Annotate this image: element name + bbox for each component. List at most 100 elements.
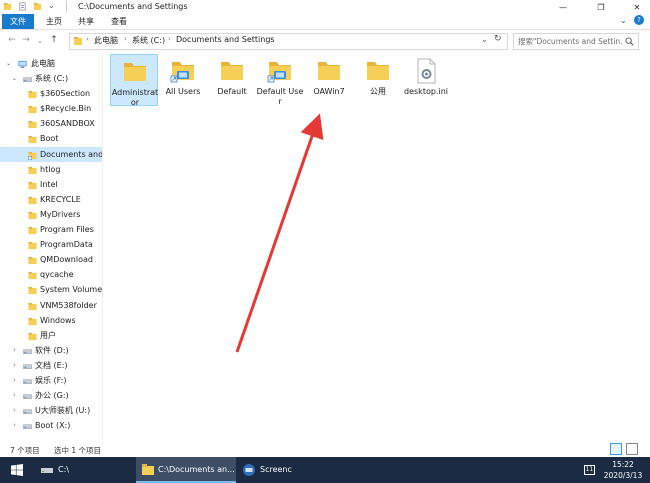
nav-item-label: 软件 (D:) [35, 345, 69, 355]
nav-item-label: 娱乐 (F:) [35, 376, 67, 385]
close-button[interactable]: ✕ [624, 0, 650, 14]
nav-item[interactable]: VNM538folder [0, 298, 102, 313]
up-button[interactable]: ↑ [48, 34, 60, 46]
nav-item[interactable]: $Recycle.Bin [0, 101, 102, 116]
maximize-button[interactable]: ❐ [588, 0, 614, 14]
file-item[interactable]: Administrator [110, 54, 158, 107]
taskbar: C:\ C:\Documents an... Screenc 11 15:22 … [0, 457, 650, 483]
nav-item[interactable]: Boot [0, 131, 102, 146]
nav-item[interactable]: MyDrivers [0, 207, 102, 222]
folder-icon [28, 165, 37, 174]
file-item[interactable]: All Users [159, 54, 207, 106]
search-input[interactable]: 搜索"Documents and Settin... [513, 33, 639, 50]
nav-item[interactable]: KRECYCLE [0, 192, 102, 207]
properties-icon[interactable] [18, 2, 27, 11]
collapse-chevron-icon[interactable]: ⌄ [6, 56, 11, 71]
clock[interactable]: 15:22 2020/3/13 [600, 459, 646, 481]
new-folder-icon[interactable] [33, 2, 42, 11]
nav-item[interactable]: ⌄ 系统 (C:) [0, 71, 102, 86]
nav-item[interactable]: › Boot (X:) [0, 418, 102, 433]
taskbar-item-explorer[interactable]: C:\Documents an... [136, 457, 236, 483]
address-bar[interactable]: › 此电脑 › 系统 (C:) › Documents and Settings… [69, 33, 508, 50]
nav-item[interactable]: System Volume I [0, 282, 102, 297]
folder-icon [28, 104, 37, 114]
nav-item[interactable]: Intel [0, 177, 102, 192]
nav-item-label: $Recycle.Bin [40, 104, 92, 114]
title-bar: ⌄ C:\Documents and Settings — ❐ ✕ [0, 0, 650, 14]
item-count: 7 个项目 [10, 446, 40, 455]
folder-icon [121, 58, 149, 86]
nav-item[interactable]: $360Section [0, 86, 102, 101]
expand-chevron-icon[interactable]: › [13, 403, 16, 418]
nav-item[interactable]: 用户 [0, 328, 102, 343]
tab-home[interactable]: 主页 [38, 14, 70, 29]
nav-item-label: 办公 (G:) [35, 391, 69, 401]
file-item[interactable]: Default User [256, 54, 304, 106]
help-icon[interactable]: ? [634, 15, 644, 25]
shortcut-folder-icon [169, 57, 197, 85]
screen-capture-icon [243, 464, 255, 476]
expand-chevron-icon[interactable]: › [13, 373, 16, 388]
customize-qat-icon[interactable]: ⌄ [48, 1, 57, 10]
nav-item[interactable]: Program Files [0, 222, 102, 237]
file-item-name: OAWin7 [313, 87, 345, 96]
nav-item[interactable]: › 文档 (E:) [0, 358, 102, 373]
notification-icon[interactable]: 11 [584, 465, 595, 475]
nav-item-label: Intel [40, 179, 58, 189]
expand-chevron-icon[interactable]: › [13, 418, 16, 433]
expand-chevron-icon[interactable]: › [13, 343, 16, 358]
file-item[interactable]: 公用 [354, 54, 402, 106]
clock-time: 15:22 [612, 460, 634, 469]
address-dropdown-button[interactable]: ⌄ [481, 35, 488, 44]
nav-item[interactable]: htlog [0, 162, 102, 177]
nav-item[interactable]: qycache [0, 267, 102, 282]
taskbar-item-c-drive[interactable]: C:\ [36, 457, 132, 483]
taskbar-item-screenc[interactable]: Screenc [238, 457, 298, 483]
navigation-pane[interactable]: ⌄ 此电脑 ⌄ 系统 (C:) $360Section $Recycle.Bin 360SA… [0, 52, 103, 440]
file-item[interactable]: OAWin7 [305, 54, 353, 106]
expand-chevron-icon[interactable]: › [13, 358, 16, 373]
expand-ribbon-icon[interactable]: ⌄ [620, 16, 627, 25]
folder-icon [28, 119, 37, 129]
nav-item-label: U大师装机 (U:) [35, 406, 91, 416]
nav-item-label: Boot [40, 134, 59, 144]
file-item[interactable]: Default [208, 54, 256, 106]
refresh-button[interactable]: ↻ [494, 34, 502, 44]
nav-item[interactable]: › 办公 (G:) [0, 388, 102, 403]
nav-item[interactable]: Documents and [0, 146, 102, 162]
nav-item[interactable]: 360SANDBOX [0, 116, 102, 131]
recent-locations-button[interactable]: ⌄ [34, 34, 46, 46]
nav-item-label: qycache [40, 270, 74, 280]
details-view-icon[interactable] [610, 443, 622, 455]
forward-button[interactable]: → [20, 34, 32, 46]
folder-icon [28, 134, 37, 144]
nav-item[interactable]: ProgramData [0, 237, 102, 252]
breadcrumb-system-c[interactable]: 系统 (C:) [132, 35, 165, 46]
nav-item[interactable]: QMDownload [0, 252, 102, 267]
nav-item-label: 用户 [40, 330, 56, 340]
tab-file[interactable]: 文件 [2, 14, 34, 29]
file-item[interactable]: desktop.ini [402, 54, 450, 106]
minimize-button[interactable]: — [550, 0, 576, 14]
nav-item[interactable]: ⌄ 此电脑 [0, 56, 102, 71]
start-button[interactable] [0, 457, 34, 483]
collapse-chevron-icon[interactable]: ⌄ [12, 71, 17, 86]
tab-share[interactable]: 共享 [70, 14, 102, 29]
breadcrumb-this-pc[interactable]: 此电脑 [94, 35, 118, 46]
expand-chevron-icon[interactable]: › [13, 388, 16, 403]
drive-icon [23, 406, 32, 415]
nav-item[interactable]: Windows [0, 313, 102, 328]
tab-view[interactable]: 查看 [103, 14, 135, 29]
nav-item[interactable]: › 娱乐 (F:) [0, 373, 102, 388]
breadcrumb-separator-icon: › [168, 35, 171, 43]
folder-icon [28, 285, 37, 295]
breadcrumb-separator-icon: › [124, 35, 127, 43]
nav-item-label: $360Section [40, 89, 91, 99]
nav-item[interactable]: › U大师装机 (U:) [0, 403, 102, 418]
folder-icon [142, 464, 154, 475]
breadcrumb-documents-and-settings[interactable]: Documents and Settings [176, 35, 275, 44]
back-button[interactable]: ← [6, 34, 18, 46]
nav-item[interactable]: › 软件 (D:) [0, 343, 102, 358]
large-icons-view-icon[interactable] [626, 443, 638, 455]
file-list[interactable]: Administrator All Users Default Default Use… [103, 52, 650, 440]
